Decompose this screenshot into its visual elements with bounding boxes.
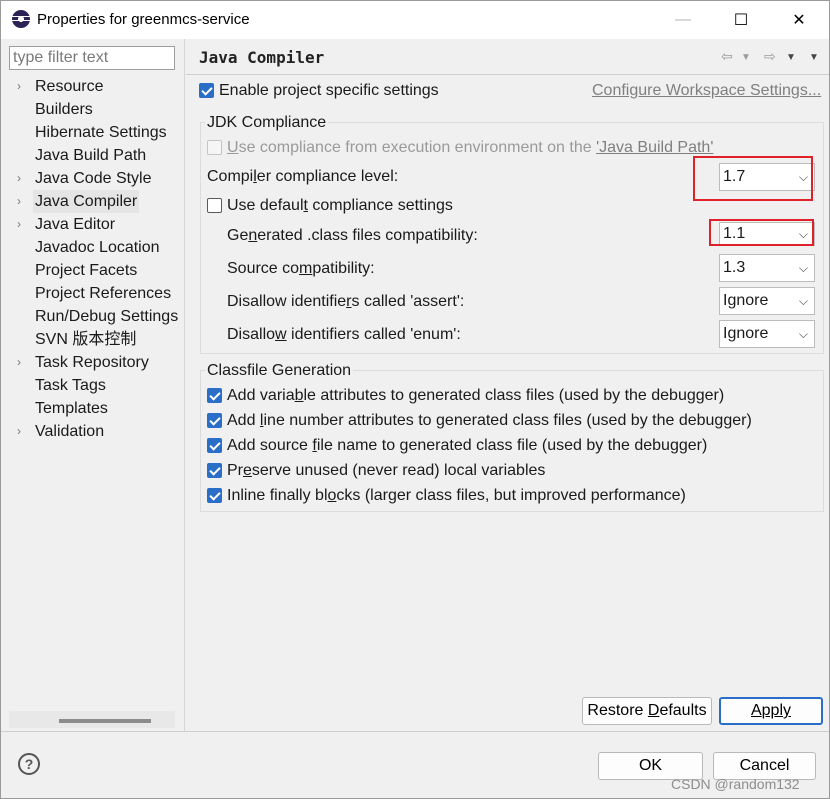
watermark: CSDN @random132 (671, 776, 800, 792)
disallow-assert-select[interactable]: Ignore ⌵ (719, 287, 815, 315)
tree-item[interactable]: › Java Editor (1, 213, 185, 236)
minimize-button[interactable]: — (655, 1, 711, 39)
back-arrow-icon[interactable]: ⇦ (721, 48, 733, 65)
tree-item-label: Java Editor (35, 216, 116, 233)
tree-item-label: Builders (35, 101, 93, 118)
apply-button[interactable]: Apply (719, 697, 823, 725)
checkbox-icon[interactable] (207, 413, 222, 428)
highlight-box (709, 219, 814, 246)
view-menu-icon[interactable]: ▼ (809, 52, 819, 63)
tree-item-label: Task Repository (35, 354, 149, 371)
tree-item[interactable]: › Validation (1, 420, 185, 443)
settings-pane: Java Compiler ⇦ ▼ ⇨ ▼ ▼ Enable project s… (186, 39, 829, 731)
tree-item-label: Project References (35, 285, 172, 302)
chevron-down-icon: ⌵ (798, 261, 808, 275)
checkbox-icon[interactable] (207, 463, 222, 478)
jdk-compliance-title: JDK Compliance (205, 114, 329, 132)
checkbox-icon[interactable] (207, 388, 222, 403)
expand-arrow-icon[interactable]: › (17, 190, 27, 213)
source-compat-select[interactable]: 1.3 ⌵ (719, 254, 815, 282)
forward-arrow-icon[interactable]: ⇨ (764, 48, 776, 65)
scrollbar-thumb[interactable] (59, 719, 151, 723)
configure-workspace-settings-link[interactable]: Configure Workspace Settings... (592, 81, 821, 101)
filter-input[interactable] (9, 46, 175, 70)
horizontal-scrollbar[interactable] (9, 711, 175, 728)
disallow-enum-label: Disallow identifiers called 'enum': (227, 326, 461, 343)
tree-item[interactable]: Run/Debug Settings (1, 305, 185, 328)
disallow-assert-label: Disallow identifiers called 'assert': (227, 293, 465, 310)
help-icon[interactable]: ? (18, 753, 40, 775)
checkbox-icon[interactable] (207, 140, 222, 155)
expand-arrow-icon[interactable]: › (17, 213, 27, 236)
properties-dialog: Properties for greenmcs-service — ☐ ✕ › R… (0, 0, 830, 799)
checkbox-icon[interactable] (207, 438, 222, 453)
category-pane: › Resource Builders Hibernate Settings Java … (1, 39, 185, 731)
page-title: Java Compiler (199, 48, 325, 67)
title-separator (186, 74, 829, 75)
checkbox-icon[interactable] (207, 488, 222, 503)
tree-item-label: Javadoc Location (35, 239, 160, 256)
eclipse-logo-icon (11, 10, 31, 28)
window-title: Properties for greenmcs-service (37, 11, 250, 28)
java-build-path-link[interactable]: 'Java Build Path' (596, 139, 713, 156)
maximize-button[interactable]: ☐ (713, 1, 769, 39)
checkbox-icon[interactable] (207, 198, 222, 213)
expand-arrow-icon[interactable]: › (17, 167, 27, 190)
tree-item-label: Project Facets (35, 262, 138, 279)
tree-item[interactable]: SVN 版本控制 (1, 328, 185, 351)
disallow-enum-select[interactable]: Ignore ⌵ (719, 320, 815, 348)
compliance-level-label: Compiler compliance level: (207, 168, 399, 185)
tree-item-label: Task Tags (35, 377, 106, 394)
tree-item-label: Validation (35, 423, 105, 440)
tree-item-label: SVN 版本控制 (35, 331, 137, 348)
highlight-box (693, 156, 813, 201)
tree-item-label: Java Code Style (35, 170, 152, 187)
tree-item[interactable]: Hibernate Settings (1, 121, 185, 144)
forward-menu-chevron-icon[interactable]: ▼ (786, 52, 796, 63)
tree-item[interactable]: Project Facets (1, 259, 185, 282)
tree-item-label: Java Compiler (33, 190, 140, 213)
chevron-down-icon: ⌵ (798, 327, 808, 341)
title-bar: Properties for greenmcs-service — ☐ ✕ (1, 1, 829, 39)
bottom-separator (1, 731, 829, 732)
back-menu-chevron-icon[interactable]: ▼ (741, 52, 751, 63)
tree-item[interactable]: › Resource (1, 75, 185, 98)
expand-arrow-icon[interactable]: › (17, 351, 27, 374)
tree-item[interactable]: › Task Repository (1, 351, 185, 374)
tree-item-label: Java Build Path (35, 147, 147, 164)
checkbox-icon[interactable] (199, 83, 214, 98)
tree-item[interactable]: Project References (1, 282, 185, 305)
classfile-generation-title: Classfile Generation (205, 362, 354, 380)
restore-defaults-button[interactable]: Restore Defaults (582, 697, 712, 725)
tree-item[interactable]: Templates (1, 397, 185, 420)
tree-item-label: Hibernate Settings (35, 124, 167, 141)
tree-item[interactable]: › Java Compiler (1, 190, 185, 213)
close-button[interactable]: ✕ (771, 1, 827, 39)
tree-item-label: Templates (35, 400, 108, 417)
tree-item[interactable]: Javadoc Location (1, 236, 185, 259)
tree-item[interactable]: Builders (1, 98, 185, 121)
tree-item-label: Resource (35, 78, 104, 95)
tree-item[interactable]: Task Tags (1, 374, 185, 397)
tree-item[interactable]: Java Build Path (1, 144, 185, 167)
tree-item-label: Run/Debug Settings (35, 308, 179, 325)
source-compat-label: Source compatibility: (227, 260, 375, 277)
expand-arrow-icon[interactable]: › (17, 75, 27, 98)
chevron-down-icon: ⌵ (798, 294, 808, 308)
tree-item[interactable]: › Java Code Style (1, 167, 185, 190)
expand-arrow-icon[interactable]: › (17, 420, 27, 443)
generated-class-compat-label: Generated .class files compatibility: (227, 227, 478, 244)
